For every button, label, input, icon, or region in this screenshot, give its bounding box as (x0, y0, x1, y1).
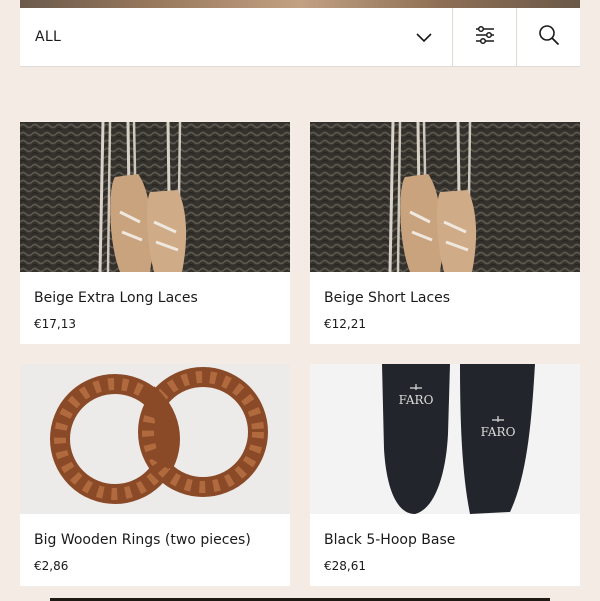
search-icon (538, 24, 560, 50)
insole-brand-text: FARO (481, 425, 516, 439)
product-price: €12,21 (324, 317, 366, 331)
hero-image-strip (20, 0, 580, 8)
product-name[interactable]: Beige Extra Long Laces (20, 272, 290, 308)
category-select-value: ALL (35, 29, 62, 45)
category-select[interactable]: ALL (20, 8, 452, 66)
insole-brand-text: FARO (399, 393, 434, 407)
product-price: €28,61 (324, 559, 366, 573)
product-name[interactable]: Big Wooden Rings (two pieces) (20, 514, 290, 550)
product-grid: Beige Extra Long Laces €17,13 Beige Shor… (20, 122, 580, 586)
product-name[interactable]: Black 5-Hoop Base (310, 514, 580, 550)
product-card[interactable]: Beige Extra Long Laces €17,13 (20, 122, 290, 344)
sliders-icon (475, 25, 495, 49)
product-price: €2,86 (34, 559, 69, 573)
product-image-insoles[interactable]: FARO FARO (310, 364, 580, 514)
search-button[interactable] (516, 8, 580, 66)
product-card[interactable]: Beige Short Laces €12,21 (310, 122, 580, 344)
chevron-down-icon (416, 28, 432, 47)
product-image-laces[interactable] (20, 122, 290, 272)
product-image-laces[interactable] (310, 122, 580, 272)
filter-bar: ALL (20, 8, 580, 67)
product-card[interactable]: Big Wooden Rings (two pieces) €2,86 (20, 364, 290, 586)
product-card[interactable]: FARO FARO Black 5-Hoop Base €28,61 (310, 364, 580, 586)
filters-button[interactable] (452, 8, 516, 66)
product-price: €17,13 (34, 317, 76, 331)
product-name[interactable]: Beige Short Laces (310, 272, 580, 308)
product-image-rings[interactable] (20, 364, 290, 514)
